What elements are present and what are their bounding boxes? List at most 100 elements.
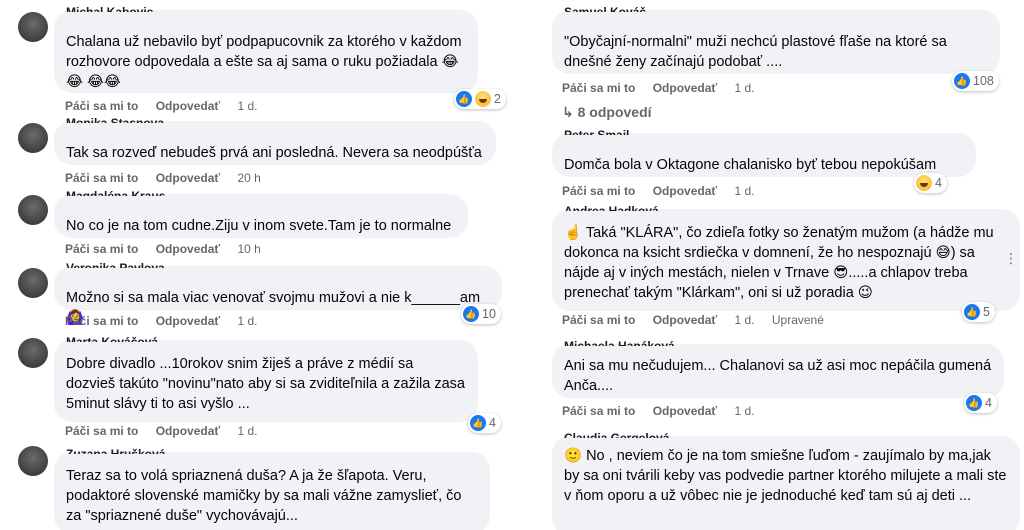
reply-button[interactable]: Odpovedať bbox=[653, 404, 717, 418]
like-icon: 👍 bbox=[966, 395, 982, 411]
comment-author[interactable]: Claudia Gergelová bbox=[564, 430, 669, 438]
reply-button[interactable]: Odpovedať bbox=[653, 81, 717, 95]
comment-text: Teraz sa to volá spriaznená duša? A ja ž… bbox=[66, 468, 462, 524]
comment-bubble: Samuel Kováč "Obyčajní-normalni" muži ne… bbox=[552, 5, 1000, 74]
reaction-count: 2 bbox=[494, 92, 501, 106]
comment-bubble: Andrea Hadková ☝️ Taká "KLÁRA", čo zdieľ… bbox=[552, 204, 1020, 311]
like-icon: 👍 bbox=[954, 73, 970, 89]
comment-author[interactable]: Peter Smail bbox=[564, 127, 629, 135]
comment-actions: Páči sa mi to Odpovedať 1 d. Upravené bbox=[562, 313, 838, 327]
reply-button[interactable]: Odpovedať bbox=[156, 171, 220, 185]
edited-label[interactable]: Upravené bbox=[772, 313, 824, 327]
avatar[interactable] bbox=[18, 446, 48, 476]
comment-bubble: Marta Kováčová Dobre divadlo ...10rokov … bbox=[54, 335, 478, 422]
haha-icon bbox=[916, 175, 932, 191]
timestamp[interactable]: 1 d. bbox=[238, 424, 258, 438]
reply-button[interactable]: Odpovedať bbox=[156, 99, 220, 113]
haha-icon bbox=[475, 91, 491, 107]
comment-text: 🙂 No , neviem čo je na tom smiešne ľuďom… bbox=[564, 448, 1007, 504]
comment-text: Domča bola v Oktagone chalanisko byť teb… bbox=[564, 157, 937, 173]
comment-author[interactable]: Monika Stasnova bbox=[66, 115, 164, 123]
comment-actions: Páči sa mi to Odpovedať 1 d. bbox=[562, 404, 769, 418]
like-button[interactable]: Páči sa mi to bbox=[65, 99, 138, 113]
reply-button[interactable]: Odpovedať bbox=[156, 314, 220, 328]
timestamp[interactable]: 1 d. bbox=[238, 314, 258, 328]
like-button[interactable]: Páči sa mi to bbox=[65, 314, 138, 328]
avatar[interactable] bbox=[18, 338, 48, 368]
reaction-count: 108 bbox=[973, 74, 994, 88]
reply-button[interactable]: Odpovedať bbox=[653, 313, 717, 327]
like-icon: 👍 bbox=[470, 415, 486, 431]
comment-text: "Obyčajní-normalni" muži nechcú plastové… bbox=[564, 34, 947, 70]
comment-actions: Páči sa mi to Odpovedať 1 d. bbox=[65, 314, 272, 328]
like-button[interactable]: Páči sa mi to bbox=[65, 424, 138, 438]
comment-text: No co je na tom cudne.Ziju v inom svete.… bbox=[66, 218, 452, 234]
reaction-count: 4 bbox=[935, 176, 942, 190]
avatar[interactable] bbox=[18, 195, 48, 225]
like-button[interactable]: Páči sa mi to bbox=[562, 81, 635, 95]
right-comment-column: Samuel Kováč "Obyčajní-normalni" muži ne… bbox=[524, 0, 1024, 530]
comment-author[interactable]: Samuel Kováč bbox=[564, 4, 646, 12]
like-icon: 👍 bbox=[964, 304, 980, 320]
comment-author[interactable]: Michal Kabovic bbox=[66, 4, 153, 12]
reaction-summary[interactable]: 👍 2 bbox=[454, 89, 506, 109]
like-button[interactable]: Páči sa mi to bbox=[65, 242, 138, 256]
comment-author[interactable]: Michaela Hanáková bbox=[564, 338, 675, 346]
like-button[interactable]: Páči sa mi to bbox=[562, 313, 635, 327]
comment-author[interactable]: Andrea Hadková bbox=[564, 203, 659, 211]
comment-text: Ani sa mu nečudujem... Chalanovi sa už a… bbox=[564, 358, 992, 394]
avatar[interactable] bbox=[18, 12, 48, 42]
comment-actions: Páči sa mi to Odpovedať 10 h bbox=[65, 242, 275, 256]
comment-bubble: Zuzana Hrušková Teraz sa to volá spriazn… bbox=[54, 447, 490, 530]
comment-actions: Páči sa mi to Odpovedať 1 d. bbox=[562, 184, 769, 198]
comment-bubble: Michal Kabovic Chalana už nebavilo byť p… bbox=[54, 5, 478, 93]
reaction-count: 4 bbox=[489, 416, 496, 430]
comment-bubble: Peter Smail Domča bola v Oktagone chalan… bbox=[552, 128, 976, 177]
view-replies-link[interactable]: ↳ 8 odpovedí bbox=[562, 104, 652, 121]
left-comment-column: Michal Kabovic Chalana už nebavilo byť p… bbox=[0, 0, 506, 530]
reaction-count: 5 bbox=[983, 305, 990, 319]
reply-button[interactable]: Odpovedať bbox=[156, 242, 220, 256]
avatar[interactable] bbox=[18, 123, 48, 153]
timestamp[interactable]: 1 d. bbox=[735, 184, 755, 198]
timestamp[interactable]: 1 d. bbox=[735, 404, 755, 418]
comment-text: Dobre divadlo ...10rokov snim žiješ a pr… bbox=[66, 356, 465, 412]
like-button[interactable]: Páči sa mi to bbox=[65, 171, 138, 185]
timestamp[interactable]: 1 d. bbox=[735, 81, 755, 95]
comment-text: Chalana už nebavilo byť podpapucovnik za… bbox=[66, 34, 462, 90]
comment-actions: Páči sa mi to Odpovedať 1 d. bbox=[65, 99, 272, 113]
reaction-summary[interactable]: 4 bbox=[914, 173, 947, 193]
reaction-summary[interactable]: 👍 108 bbox=[952, 71, 999, 91]
more-options-icon[interactable]: ⋮ bbox=[1004, 250, 1018, 267]
reaction-summary[interactable]: 👍 5 bbox=[962, 302, 995, 322]
comment-bubble: Claudia Gergelová 🙂 No , neviem čo je na… bbox=[552, 431, 1020, 530]
like-icon: 👍 bbox=[456, 91, 472, 107]
avatar[interactable] bbox=[18, 268, 48, 298]
comment-bubble: Michaela Hanáková Ani sa mu nečudujem...… bbox=[552, 339, 1004, 398]
comment-author[interactable]: Marta Kováčová bbox=[66, 334, 158, 342]
like-button[interactable]: Páči sa mi to bbox=[562, 404, 635, 418]
comment-bubble: Veronika Pavlova Možno si sa mala viac v… bbox=[54, 261, 502, 326]
comment-author[interactable]: Veronika Pavlova bbox=[66, 260, 165, 268]
reaction-summary[interactable]: 👍 10 bbox=[461, 304, 501, 324]
reaction-summary[interactable]: 👍 4 bbox=[964, 393, 997, 413]
comment-bubble: Magdaléna Kraus No co je na tom cudne.Zi… bbox=[54, 189, 468, 238]
comment-actions: Páči sa mi to Odpovedať 1 d. bbox=[65, 424, 272, 438]
comment-author[interactable]: Magdaléna Kraus bbox=[66, 188, 165, 196]
reply-button[interactable]: Odpovedať bbox=[156, 424, 220, 438]
comment-actions: Páči sa mi to Odpovedať 20 h bbox=[65, 171, 275, 185]
comment-author[interactable]: Zuzana Hrušková bbox=[66, 446, 165, 454]
reaction-count: 10 bbox=[482, 307, 496, 321]
timestamp[interactable]: 1 d. bbox=[735, 313, 755, 327]
like-icon: 👍 bbox=[463, 306, 479, 322]
comment-text: Tak sa rozveď nebudeš prvá ani posledná.… bbox=[66, 145, 482, 161]
reaction-summary[interactable]: 👍 4 bbox=[468, 413, 501, 433]
timestamp[interactable]: 10 h bbox=[238, 242, 261, 256]
reply-arrow-icon: ↳ bbox=[562, 104, 574, 120]
like-button[interactable]: Páči sa mi to bbox=[562, 184, 635, 198]
timestamp[interactable]: 20 h bbox=[238, 171, 261, 185]
reply-button[interactable]: Odpovedať bbox=[653, 184, 717, 198]
comment-bubble: Monika Stasnova Tak sa rozveď nebudeš pr… bbox=[54, 116, 496, 165]
timestamp[interactable]: 1 d. bbox=[238, 99, 258, 113]
reaction-count: 4 bbox=[985, 396, 992, 410]
